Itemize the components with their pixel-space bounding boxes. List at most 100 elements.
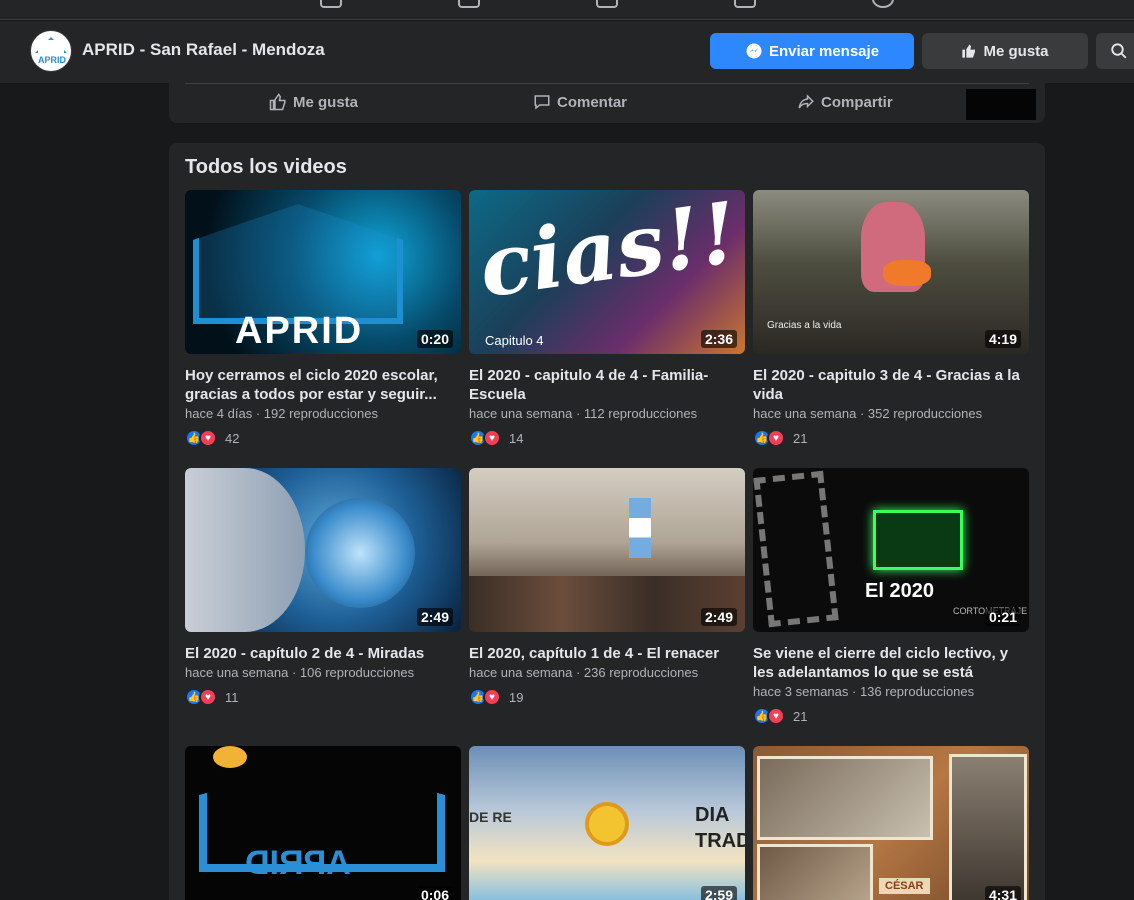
- reactions[interactable]: 👍 ♥ 42: [185, 429, 461, 447]
- section-title: Todos los videos: [185, 156, 347, 178]
- video-duration: 4:19: [984, 330, 1021, 348]
- video-title[interactable]: Hoy cerramos el ciclo 2020 escolar, grac…: [185, 366, 461, 404]
- video-thumbnail[interactable]: cias!! Capitulo 4 2:36: [469, 190, 745, 354]
- video-card[interactable]: DE RE DIA TRAD 2:59: [469, 746, 745, 900]
- reaction-count: 21: [793, 708, 808, 724]
- logo-house-icon: [35, 37, 67, 53]
- post-comment-button[interactable]: Comentar: [533, 93, 627, 111]
- video-thumbnail[interactable]: Gracias a la vida 4:19: [753, 190, 1029, 354]
- send-message-button[interactable]: Enviar mensaje: [710, 33, 914, 69]
- photo-collage-item: [949, 754, 1027, 900]
- video-meta: hace una semana · 352 reproducciones: [753, 406, 983, 421]
- divider: [185, 83, 1029, 84]
- thumbnail-caption: Capitulo 4: [485, 333, 544, 348]
- video-meta: hace una semana · 236 reproducciones: [469, 665, 699, 680]
- groups-icon[interactable]: [734, 0, 756, 8]
- masked-face: [185, 468, 305, 632]
- share-icon: [798, 94, 814, 109]
- video-meta: hace 4 días · 192 reproducciones: [185, 406, 378, 421]
- video-card[interactable]: 2:49 El 2020 - capítulo 2 de 4 - Miradas…: [185, 468, 461, 706]
- reactions[interactable]: 👍 ♥ 11: [185, 688, 461, 706]
- post-like-button[interactable]: Me gusta: [269, 93, 358, 111]
- video-thumbnail[interactable]: APRID 0:20: [185, 190, 461, 354]
- like-page-label: Me gusta: [983, 42, 1049, 60]
- love-reaction-icon: ♥: [199, 688, 217, 706]
- video-duration: 0:06: [416, 886, 453, 900]
- video-thumbnail[interactable]: APRID 0:06: [185, 746, 461, 900]
- video-card[interactable]: APRID 0:06: [185, 746, 461, 900]
- watch-icon[interactable]: [458, 0, 480, 8]
- photo-collage-item: [757, 756, 933, 840]
- toy-shovel: [883, 260, 931, 286]
- video-card[interactable]: 2:49 El 2020, capítulo 1 de 4 - El renac…: [469, 468, 745, 706]
- search-button[interactable]: [1096, 33, 1134, 69]
- video-card[interactable]: El 2020 CORTOMETRAJE 0:21 Se viene el ci…: [753, 468, 1029, 725]
- video-duration: 0:20: [416, 330, 453, 348]
- video-meta: hace 3 semanas · 136 reproducciones: [753, 684, 975, 699]
- video-title[interactable]: El 2020 - capitulo 4 de 4 - Familia-Escu…: [469, 366, 745, 404]
- love-reaction-icon: ♥: [199, 429, 217, 447]
- video-title[interactable]: El 2020 - capítulo 2 de 4 - Miradas: [185, 644, 461, 663]
- top-navigation: [0, 0, 1134, 20]
- screen-graphic: [873, 510, 963, 570]
- flag-icon: [629, 498, 651, 558]
- reactions[interactable]: 👍 ♥ 19: [469, 688, 745, 706]
- thumbnail-text: DIA TRAD: [695, 804, 745, 852]
- sun-of-may-icon: [585, 802, 629, 846]
- video-thumbnail[interactable]: 2:49: [185, 468, 461, 632]
- reactions[interactable]: 👍 ♥ 14: [469, 429, 745, 447]
- send-message-label: Enviar mensaje: [768, 42, 880, 60]
- reaction-count: 14: [509, 430, 524, 446]
- home-icon[interactable]: [320, 0, 342, 8]
- video-card[interactable]: CÉSAR 4:31: [753, 746, 1029, 900]
- video-title[interactable]: El 2020 - capitulo 3 de 4 - Gracias a la…: [753, 366, 1029, 404]
- video-thumbnail[interactable]: CÉSAR 4:31: [753, 746, 1029, 900]
- video-card[interactable]: APRID 0:20 Hoy cerramos el ciclo 2020 es…: [185, 190, 461, 447]
- post-share-label: Compartir: [821, 93, 893, 111]
- audience-selector[interactable]: [966, 89, 1036, 120]
- thumbnail-caption: Gracias a la vida: [767, 320, 842, 331]
- video-duration: 2:49: [700, 608, 737, 626]
- photo-collage-item: [757, 844, 873, 900]
- video-thumbnail[interactable]: DE RE DIA TRAD 2:59: [469, 746, 745, 900]
- video-meta: hace una semana · 106 reproducciones: [185, 665, 415, 680]
- house-logo-icon: [193, 204, 403, 324]
- avatar-logo-text: APRID: [37, 55, 66, 65]
- love-reaction-icon: ♥: [483, 688, 501, 706]
- reaction-count: 21: [793, 430, 808, 446]
- film-strip-icon: [753, 470, 839, 628]
- reaction-count: 42: [225, 430, 240, 446]
- video-duration: 2:36: [700, 330, 737, 348]
- love-reaction-icon: ♥: [767, 707, 785, 725]
- search-icon: [1111, 43, 1127, 59]
- reactions[interactable]: 👍 ♥ 21: [753, 707, 1029, 725]
- all-videos-section: Todos los videos APRID 0:20 Hoy cerramos…: [169, 143, 1045, 900]
- video-card[interactable]: cias!! Capitulo 4 2:36 El 2020 - capitul…: [469, 190, 745, 447]
- thumbs-up-icon: [962, 44, 976, 58]
- emoji-icon: [213, 746, 247, 768]
- post-comment-label: Comentar: [557, 93, 628, 111]
- video-duration: 2:59: [700, 886, 737, 900]
- video-title[interactable]: Se viene el cierre del ciclo lectivo, y …: [753, 644, 1029, 682]
- post-share-button[interactable]: Compartir: [797, 93, 893, 111]
- page-avatar[interactable]: APRID: [30, 30, 72, 72]
- video-duration: 0:21: [984, 608, 1021, 626]
- comment-icon: [534, 95, 550, 110]
- page-title[interactable]: APRID - San Rafael - Mendoza: [82, 40, 325, 60]
- gaming-icon[interactable]: [872, 0, 894, 8]
- thumbnail-text: APRID: [235, 310, 364, 352]
- video-thumbnail[interactable]: El 2020 CORTOMETRAJE 0:21: [753, 468, 1029, 632]
- thumbs-up-outline-icon: [269, 93, 286, 111]
- video-card[interactable]: Gracias a la vida 4:19 El 2020 - capitul…: [753, 190, 1029, 447]
- reaction-count: 19: [509, 689, 524, 705]
- video-title[interactable]: El 2020, capítulo 1 de 4 - El renacer: [469, 644, 745, 663]
- post-action-bar: Me gusta Comentar Compartir: [169, 83, 1045, 123]
- reactions[interactable]: 👍 ♥ 21: [753, 429, 1029, 447]
- love-reaction-icon: ♥: [483, 429, 501, 447]
- thumbnail-text: cias!!: [473, 190, 744, 317]
- like-page-button[interactable]: Me gusta: [922, 33, 1088, 69]
- thumbnail-caption: DE RE: [469, 809, 512, 825]
- video-thumbnail[interactable]: 2:49: [469, 468, 745, 632]
- marketplace-icon[interactable]: [596, 0, 618, 8]
- thumbnail-text: El 2020: [865, 580, 934, 602]
